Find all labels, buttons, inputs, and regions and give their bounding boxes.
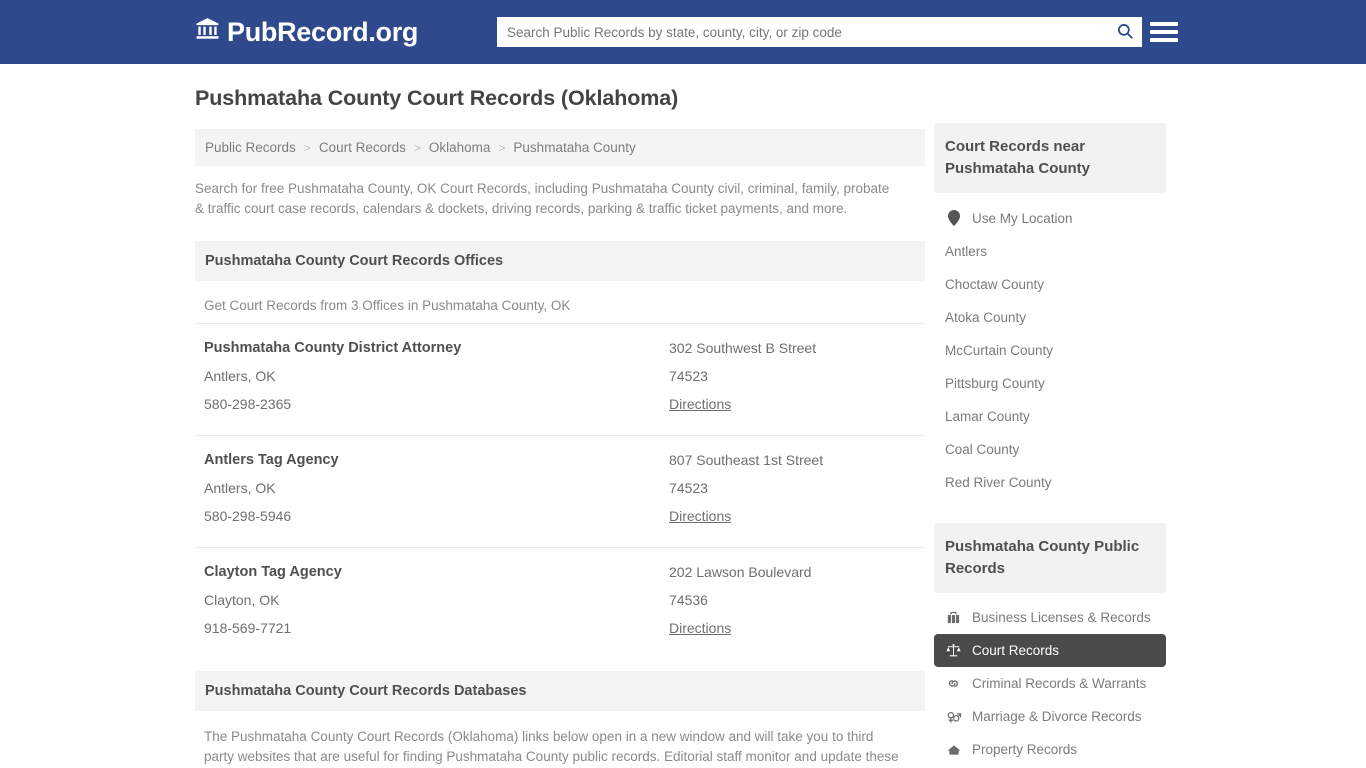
right-sidebar: Court Records near Pushmataha County Use… (934, 123, 1166, 768)
site-logo[interactable]: PubRecord.org (195, 16, 418, 48)
office-city-state: Clayton, OK (204, 592, 280, 608)
main-content: Pushmataha County Court Records (Oklahom… (195, 86, 925, 768)
office-zip: 74523 (669, 480, 708, 496)
handcuffs-icon (945, 676, 962, 691)
office-city-state: Antlers, OK (204, 480, 276, 496)
nearby-records-panel: Court Records near Pushmataha County Use… (934, 123, 1166, 499)
sidebar-item-use-my-location[interactable]: Use My Location (934, 201, 1166, 235)
breadcrumb: Public Records > Court Records > Oklahom… (195, 129, 925, 166)
sidebar-item-label: McCurtain County (945, 343, 1054, 358)
sidebar-item-label: Business Licenses & Records (972, 610, 1151, 625)
search-button[interactable] (1108, 17, 1142, 47)
sidebar-item-label: Red River County (945, 475, 1052, 490)
sidebar-item-mccurtain-county[interactable]: McCurtain County (934, 334, 1166, 367)
sidebar-item-label: Criminal Records & Warrants (972, 676, 1147, 691)
offices-section-subheading: Get Court Records from 3 Offices in Push… (204, 298, 571, 313)
breadcrumb-separator-icon: > (303, 140, 311, 155)
office-zip: 74523 (669, 368, 708, 384)
sidebar-item-court-records[interactable]: Court Records (934, 634, 1166, 667)
breadcrumb-item-oklahoma[interactable]: Oklahoma (429, 140, 491, 155)
office-phone: 918-569-7721 (204, 620, 292, 636)
sidebar-item-label: Choctaw County (945, 277, 1045, 292)
sidebar-item-pittsburg-county[interactable]: Pittsburg County (934, 367, 1166, 400)
search-bar (497, 17, 1142, 47)
site-logo-text: PubRecord.org (227, 16, 419, 47)
sidebar-item-label: Use My Location (972, 210, 1073, 226)
sidebar-item-label: Atoka County (945, 310, 1027, 325)
site-header: PubRecord.org (0, 0, 1366, 64)
sidebar-item-label: Property Records (972, 742, 1078, 757)
office-right-column: 302 Southwest B Street 74523 Directions (669, 340, 916, 414)
public-records-panel-heading: Pushmataha County Public Records (934, 523, 1166, 593)
house-icon (945, 743, 962, 757)
page-intro-text: Search for free Pushmataha County, OK Co… (195, 181, 890, 216)
bank-icon (195, 16, 220, 48)
databases-intro-text: The Pushmataha County Court Records (Okl… (204, 729, 899, 764)
office-directions-link[interactable]: Directions (669, 396, 731, 412)
sidebar-item-lamar-county[interactable]: Lamar County (934, 400, 1166, 433)
sidebar-item-antlers[interactable]: Antlers (934, 235, 1166, 268)
hamburger-menu-icon[interactable] (1150, 18, 1178, 46)
breadcrumb-item-public-records[interactable]: Public Records (205, 140, 296, 155)
office-row: Clayton Tag Agency Clayton, OK 918-569-7… (195, 547, 925, 649)
office-phone: 580-298-2365 (204, 396, 292, 412)
sidebar-item-label: Antlers (945, 244, 988, 259)
sidebar-item-red-river-county[interactable]: Red River County (934, 466, 1166, 499)
office-name: Pushmataha County District Attorney (204, 340, 462, 356)
sidebar-item-choctaw-county[interactable]: Choctaw County (934, 268, 1166, 301)
sidebar-item-business-licenses[interactable]: Business Licenses & Records (934, 601, 1166, 634)
breadcrumb-separator-icon: > (413, 140, 421, 155)
office-name: Antlers Tag Agency (204, 452, 339, 468)
office-street: 202 Lawson Boulevard (669, 564, 812, 580)
public-records-panel: Pushmataha County Public Records Busines… (934, 523, 1166, 766)
public-records-panel-list: Business Licenses & Records Court Record… (934, 601, 1166, 766)
office-directions-link[interactable]: Directions (669, 620, 731, 636)
sidebar-item-criminal-records[interactable]: Criminal Records & Warrants (934, 667, 1166, 700)
sidebar-item-property-records[interactable]: Property Records (934, 733, 1166, 766)
search-icon (1116, 22, 1134, 43)
search-input[interactable] (497, 18, 1108, 46)
sidebar-item-label: Coal County (945, 442, 1020, 457)
page-title: Pushmataha County Court Records (Oklahom… (195, 86, 679, 110)
offices-section-heading: Pushmataha County Court Records Offices (195, 241, 925, 281)
office-row: Antlers Tag Agency Antlers, OK 580-298-5… (195, 435, 925, 537)
breadcrumb-item-pushmataha-county[interactable]: Pushmataha County (513, 140, 635, 155)
sidebar-item-label: Marriage & Divorce Records (972, 709, 1142, 724)
sidebar-item-label: Lamar County (945, 409, 1030, 424)
sidebar-item-atoka-county[interactable]: Atoka County (934, 301, 1166, 334)
office-row: Pushmataha County District Attorney Antl… (195, 323, 925, 425)
office-street: 807 Southeast 1st Street (669, 452, 824, 468)
office-zip: 74536 (669, 592, 708, 608)
scales-of-justice-icon (945, 643, 962, 658)
office-left-column: Antlers Tag Agency Antlers, OK 580-298-5… (204, 452, 669, 526)
office-phone: 580-298-5946 (204, 508, 292, 524)
databases-section-heading: Pushmataha County Court Records Database… (195, 671, 925, 711)
office-left-column: Clayton Tag Agency Clayton, OK 918-569-7… (204, 564, 669, 638)
sidebar-item-coal-county[interactable]: Coal County (934, 433, 1166, 466)
sidebar-item-label: Pittsburg County (945, 376, 1045, 391)
office-street: 302 Southwest B Street (669, 340, 817, 356)
office-directions-link[interactable]: Directions (669, 508, 731, 524)
gender-symbols-icon (945, 709, 962, 724)
nearby-panel-list: Use My Location Antlers Choctaw County A… (934, 201, 1166, 499)
office-name: Clayton Tag Agency (204, 564, 342, 580)
office-right-column: 807 Southeast 1st Street 74523 Direction… (669, 452, 916, 526)
breadcrumb-separator-icon: > (498, 140, 506, 155)
map-pin-icon (945, 210, 962, 226)
breadcrumb-item-court-records[interactable]: Court Records (319, 140, 406, 155)
office-city-state: Antlers, OK (204, 368, 276, 384)
briefcase-icon (945, 610, 962, 625)
office-right-column: 202 Lawson Boulevard 74536 Directions (669, 564, 916, 638)
nearby-panel-heading: Court Records near Pushmataha County (934, 123, 1166, 193)
office-left-column: Pushmataha County District Attorney Antl… (204, 340, 669, 414)
sidebar-item-marriage-divorce[interactable]: Marriage & Divorce Records (934, 700, 1166, 733)
sidebar-item-label: Court Records (972, 643, 1060, 658)
